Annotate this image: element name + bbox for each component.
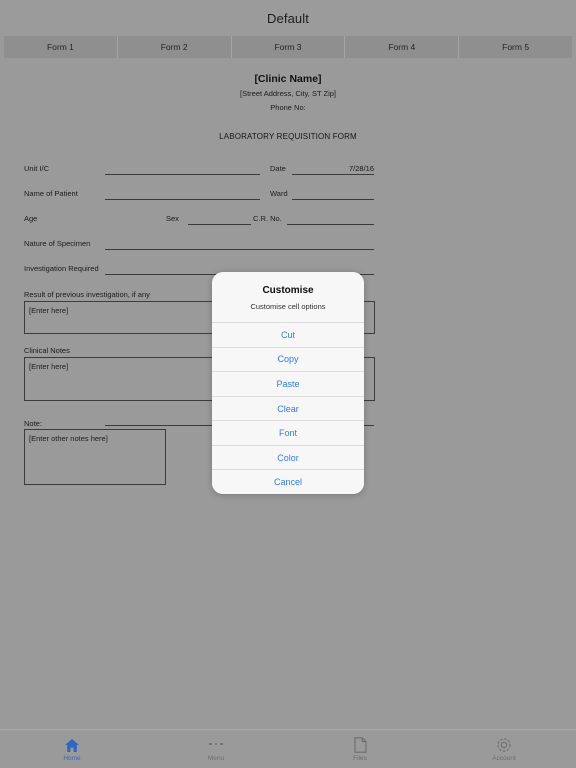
clinic-phone[interactable]: Phone No: bbox=[0, 101, 576, 115]
note-textbox[interactable]: [Enter other notes here] bbox=[24, 429, 166, 485]
sex-input[interactable] bbox=[188, 224, 251, 225]
document-icon bbox=[353, 736, 367, 753]
tab-form-1-label: Form 1 bbox=[46, 42, 74, 52]
color-button[interactable]: Color bbox=[212, 445, 364, 471]
nature-of-specimen-label: Nature of Specimen bbox=[24, 239, 91, 248]
note-label: Note: bbox=[24, 419, 42, 428]
clear-button[interactable]: Clear bbox=[212, 396, 364, 422]
field-row-name-ward: Name of Patient Ward bbox=[0, 184, 576, 209]
nature-of-specimen-input[interactable] bbox=[105, 249, 374, 250]
patient-name-label: Name of Patient bbox=[24, 189, 78, 198]
customise-dialog-header: Customise Customise cell options bbox=[212, 272, 364, 323]
unit-ic-label: Unit I/C bbox=[24, 164, 50, 173]
cancel-button-label: Cancel bbox=[273, 477, 302, 488]
field-row-age-sex-crno: Age Sex C.R. No. bbox=[0, 209, 576, 234]
tab-form-2[interactable]: Form 2 bbox=[117, 36, 232, 58]
tab-form-5-label: Form 5 bbox=[502, 42, 530, 52]
date-label: Date bbox=[270, 164, 286, 173]
customise-dialog: Customise Customise cell options Cut Cop… bbox=[212, 272, 364, 494]
cut-button[interactable]: Cut bbox=[212, 323, 364, 348]
customise-dialog-subtitle: Customise cell options bbox=[250, 302, 326, 311]
customise-dialog-title: Customise bbox=[262, 285, 314, 296]
patient-name-input[interactable] bbox=[105, 199, 260, 200]
ward-input[interactable] bbox=[292, 199, 374, 200]
form-tab-strip: Form 1 Form 2 Form 3 Form 4 Form 5 bbox=[0, 36, 576, 58]
bottom-tab-bar: Home Menu Files Account bbox=[0, 729, 576, 768]
sex-label: Sex bbox=[166, 214, 179, 223]
tab-form-4[interactable]: Form 4 bbox=[345, 36, 460, 58]
investigation-required-label: Investigation Required bbox=[24, 264, 99, 273]
field-row-nature-of-specimen: Nature of Specimen bbox=[0, 234, 576, 259]
cut-button-label: Cut bbox=[280, 329, 295, 340]
tab-form-4-label: Form 4 bbox=[388, 42, 416, 52]
font-button-label: Font bbox=[278, 428, 297, 439]
age-label: Age bbox=[24, 214, 38, 223]
tab-form-3[interactable]: Form 3 bbox=[231, 36, 346, 58]
tab-form-1[interactable]: Form 1 bbox=[4, 36, 118, 58]
font-button[interactable]: Font bbox=[212, 421, 364, 446]
cr-no-input[interactable] bbox=[287, 224, 374, 225]
form-title[interactable]: LABORATORY REQUISITION FORM bbox=[0, 132, 576, 141]
tab-files-label: Files bbox=[353, 754, 367, 762]
unit-ic-input[interactable] bbox=[105, 174, 260, 175]
tab-account[interactable]: Account bbox=[432, 730, 576, 768]
tab-files[interactable]: Files bbox=[288, 730, 432, 768]
cr-no-label: C.R. No. bbox=[253, 214, 282, 223]
clinic-address[interactable]: [Street Address, City, ST Zip] bbox=[0, 87, 576, 101]
gear-icon bbox=[496, 736, 512, 753]
tab-form-2-label: Form 2 bbox=[160, 42, 188, 52]
navigation-bar: Default bbox=[0, 0, 576, 36]
color-button-label: Color bbox=[277, 452, 299, 463]
tab-home-label: Home bbox=[63, 754, 81, 762]
tab-menu[interactable]: Menu bbox=[144, 730, 288, 768]
copy-button[interactable]: Copy bbox=[212, 347, 364, 373]
clear-button-label: Clear bbox=[277, 403, 299, 414]
copy-button-label: Copy bbox=[277, 354, 299, 365]
previous-result-label: Result of previous investigation, if any bbox=[24, 290, 150, 299]
tab-home[interactable]: Home bbox=[0, 730, 144, 768]
page-title: Default bbox=[267, 10, 309, 26]
clinical-notes-label: Clinical Notes bbox=[24, 346, 70, 355]
tab-menu-label: Menu bbox=[207, 754, 225, 762]
field-row-unit-date: Unit I/C Date 7/28/16 bbox=[0, 159, 576, 184]
form-fields: Unit I/C Date 7/28/16 Name of Patient Wa… bbox=[0, 159, 576, 284]
tab-account-label: Account bbox=[492, 754, 516, 762]
ward-label: Ward bbox=[270, 189, 288, 198]
paste-button[interactable]: Paste bbox=[212, 372, 364, 397]
tab-form-3-label: Form 3 bbox=[274, 42, 302, 52]
tab-form-5[interactable]: Form 5 bbox=[459, 36, 572, 58]
date-value[interactable]: 7/28/16 bbox=[292, 164, 374, 173]
paste-button-label: Paste bbox=[276, 378, 300, 389]
cancel-button[interactable]: Cancel bbox=[212, 470, 364, 494]
date-input[interactable] bbox=[292, 174, 374, 175]
ellipsis-icon bbox=[209, 736, 223, 753]
clinic-name[interactable]: [Clinic Name] bbox=[0, 72, 576, 87]
clinic-header: [Clinic Name] [Street Address, City, ST … bbox=[0, 58, 576, 115]
home-icon bbox=[64, 736, 80, 753]
